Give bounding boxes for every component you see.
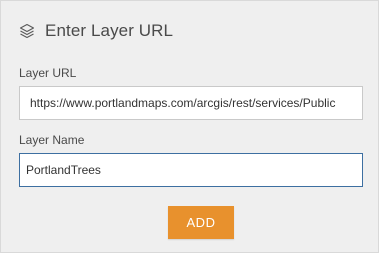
layer-url-label: Layer URL (19, 66, 77, 80)
panel-header: Enter Layer URL (18, 18, 173, 44)
layers-icon (18, 22, 36, 40)
add-button[interactable]: ADD (168, 206, 234, 239)
layer-url-input[interactable] (19, 86, 363, 120)
layer-name-input[interactable] (19, 153, 363, 187)
panel-title: Enter Layer URL (45, 21, 174, 40)
enter-layer-url-panel: Enter Layer URL Layer URL Layer Name ADD (0, 0, 379, 253)
layer-name-label: Layer Name (19, 133, 85, 147)
